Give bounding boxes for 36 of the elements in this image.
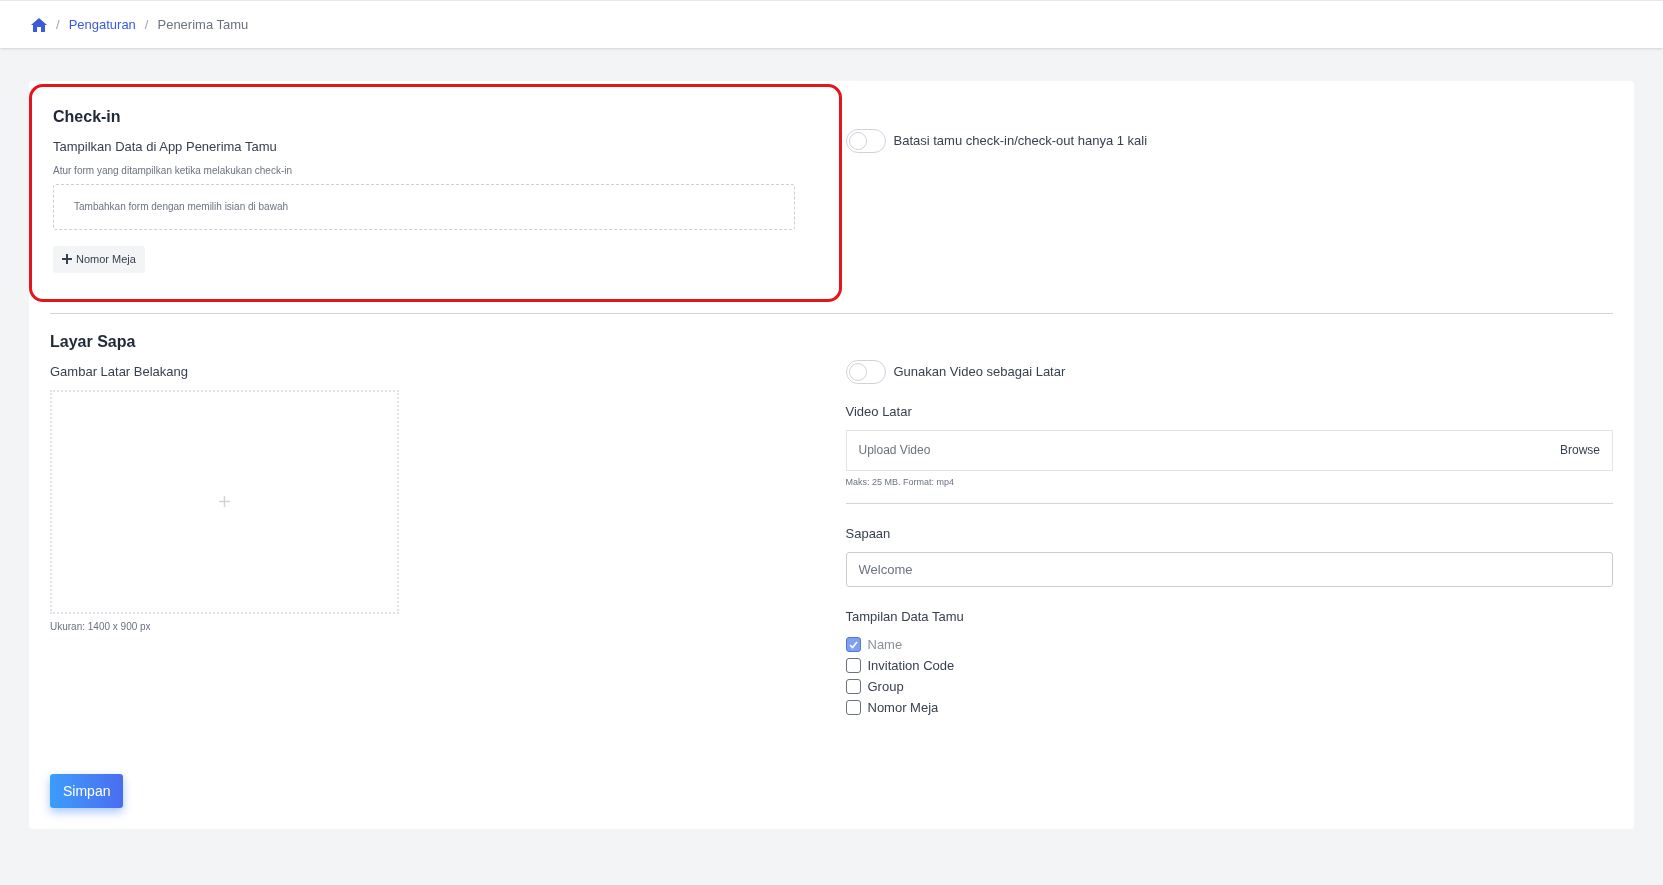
add-field-button[interactable]: Nomor Meja <box>53 245 145 273</box>
toggle-switch[interactable] <box>845 129 886 153</box>
checkbox[interactable] <box>845 700 861 715</box>
checkbox[interactable] <box>845 679 861 694</box>
field-label: Sapaan <box>845 525 892 543</box>
field-hint: Maks: 25 MB. Format: mp4 <box>845 475 956 489</box>
form-dropzone: Tambahkan form dengan memilih isian di bawah <box>53 183 795 230</box>
field-hint: Atur form yang ditampilkan ketika melakukan check-in <box>53 163 293 178</box>
plus-icon <box>62 254 72 264</box>
field-label: Video Latar <box>845 403 913 421</box>
browse-button[interactable]: Browse <box>1560 441 1600 459</box>
checkbox-label: Nomor Meja <box>867 698 939 717</box>
section-title: Check-in <box>53 107 122 127</box>
toggle-label: Gunakan Video sebagai Latar <box>893 363 1066 382</box>
breadcrumb-link[interactable]: Pengaturan <box>68 14 136 35</box>
field-label: Tampilkan Data di App Penerima Tamu <box>53 138 278 156</box>
toggle-switch[interactable] <box>845 360 886 384</box>
section-title: Layar Sapa <box>50 332 137 352</box>
check-icon <box>848 640 858 649</box>
toggle-label: Batasi tamu check-in/check-out hanya 1 kali <box>893 132 1148 150</box>
field-placeholder: Upload Video <box>858 442 931 459</box>
greeting-field[interactable]: Welcome <box>845 551 1613 587</box>
breadcrumb-separator: / <box>56 15 60 34</box>
checkbox-label: Invitation Code <box>867 656 955 675</box>
plus-icon <box>219 496 230 507</box>
checkbox-label: Group <box>867 677 904 696</box>
field-hint: Ukuran: 1400 x 900 px <box>50 619 152 634</box>
checkbox-label: Name <box>867 635 903 654</box>
home-icon[interactable] <box>31 17 47 32</box>
file-upload-field[interactable]: Upload Video Browse <box>845 429 1613 471</box>
field-label: Tampilan Data Tamu <box>845 607 965 626</box>
field-label: Gambar Latar Belakang <box>50 363 190 381</box>
save-button[interactable]: Simpan <box>50 774 124 808</box>
breadcrumb-separator: / <box>144 15 149 34</box>
checkbox[interactable] <box>845 658 861 673</box>
breadcrumb-current: Penerima Tamu <box>157 15 249 34</box>
